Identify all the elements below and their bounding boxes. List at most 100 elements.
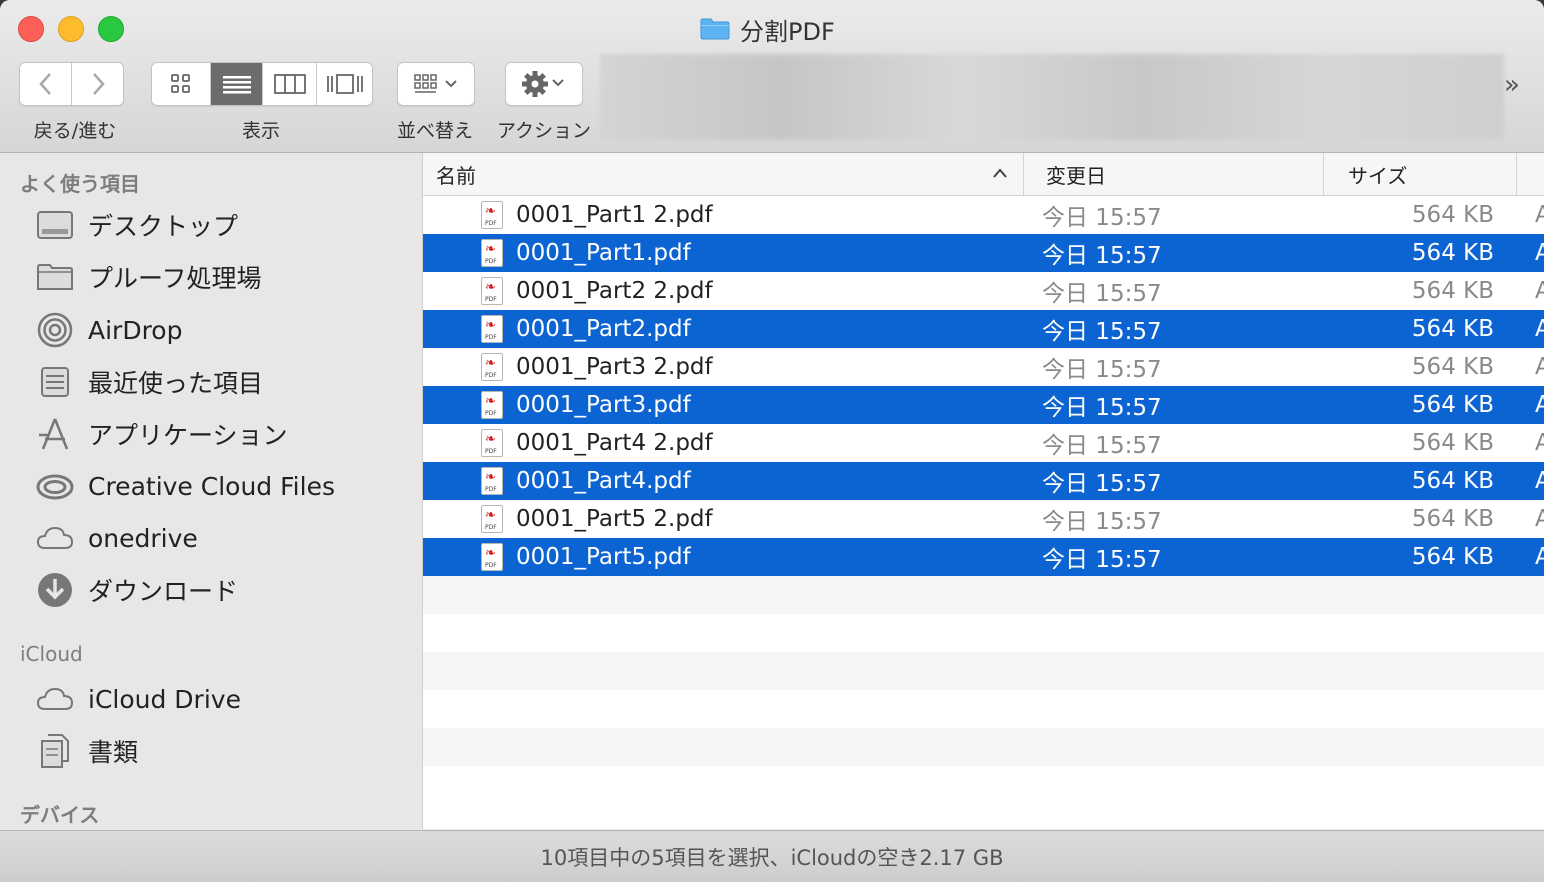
list-view-button[interactable]: [211, 63, 263, 105]
file-size: 564 KB: [1411, 316, 1494, 342]
table-row[interactable]: ❧ PDF 0001_Part5 2.pdf 今日 15:57 564 KB A: [423, 500, 1544, 538]
sidebar-item-airdrop[interactable]: AirDrop: [36, 310, 182, 350]
sidebar-item-onedrive[interactable]: onedrive: [36, 518, 198, 558]
empty-row: [423, 690, 1544, 728]
file-name: 0001_Part3 2.pdf: [516, 354, 713, 380]
icon-view-button[interactable]: [152, 63, 211, 105]
table-row[interactable]: ❧ PDF 0001_Part2 2.pdf 今日 15:57 564 KB A: [423, 272, 1544, 310]
status-text: 10項目中の5項目を選択、iCloudの空き2.17 GB: [540, 846, 1004, 870]
sort-ascending-icon: [993, 168, 1007, 178]
sidebar-item-label: プルーフ処理場: [88, 264, 262, 293]
sidebar-item-icloud-drive[interactable]: iCloud Drive: [36, 679, 241, 719]
finder-window: 分割PDF 戻る/進む 表示 並べ替え アクション » よく使う項目 デスクトッ…: [0, 0, 1544, 882]
table-row[interactable]: ❧ PDF 0001_Part5.pdf 今日 15:57 564 KB A: [423, 538, 1544, 576]
table-row[interactable]: ❧ PDF 0001_Part3.pdf 今日 15:57 564 KB A: [423, 386, 1544, 424]
pdf-file-icon: ❧ PDF: [481, 201, 503, 229]
file-date: 今日 15:57: [1042, 395, 1162, 421]
sidebar-item-recents[interactable]: 最近使った項目: [36, 362, 263, 402]
cover-flow-icon: [326, 74, 363, 94]
zoom-button[interactable]: [98, 16, 124, 42]
icloud-icon: [36, 680, 74, 718]
pdf-file-icon: ❧ PDF: [481, 429, 503, 457]
applications-icon: [36, 415, 74, 453]
arrange-button[interactable]: [398, 63, 474, 105]
column-date[interactable]: 変更日: [1024, 153, 1324, 195]
forward-button[interactable]: [72, 63, 123, 105]
column-name[interactable]: 名前: [423, 153, 1024, 195]
file-kind: A: [1535, 430, 1544, 456]
gallery-view-button[interactable]: [317, 63, 372, 105]
table-row[interactable]: ❧ PDF 0001_Part4.pdf 今日 15:57 564 KB A: [423, 462, 1544, 500]
nav-buttons: [19, 62, 124, 106]
table-row[interactable]: ❧ PDF 0001_Part2.pdf 今日 15:57 564 KB A: [423, 310, 1544, 348]
sidebar-item-proof-folder[interactable]: プルーフ処理場: [36, 257, 262, 297]
airdrop-icon: [36, 311, 74, 349]
file-kind: A: [1535, 354, 1544, 380]
table-row[interactable]: ❧ PDF 0001_Part1 2.pdf 今日 15:57 564 KB A: [423, 196, 1544, 234]
devices-header: デバイス: [20, 803, 100, 827]
sidebar-item-applications[interactable]: アプリケーション: [36, 414, 288, 454]
file-name: 0001_Part2 2.pdf: [516, 278, 713, 304]
download-icon: [36, 571, 74, 609]
table-row[interactable]: ❧ PDF 0001_Part1.pdf 今日 15:57 564 KB A: [423, 234, 1544, 272]
back-button[interactable]: [20, 63, 72, 105]
sidebar-item-desktop[interactable]: デスクトップ: [36, 205, 238, 245]
minimize-button[interactable]: [58, 16, 84, 42]
file-name: 0001_Part5.pdf: [516, 544, 691, 570]
view-label: 表示: [241, 120, 280, 142]
sidebar-item-label: 書類: [88, 738, 139, 767]
file-kind: A: [1535, 202, 1544, 228]
empty-row: [423, 766, 1544, 804]
sidebar-item-documents[interactable]: 書類: [36, 731, 138, 771]
empty-row: [423, 728, 1544, 766]
file-date: 今日 15:57: [1042, 243, 1162, 269]
file-name: 0001_Part2.pdf: [516, 316, 691, 342]
close-button[interactable]: [18, 16, 44, 42]
sidebar-item-creative-cloud[interactable]: Creative Cloud Files: [36, 466, 335, 506]
toolbar-overflow-button[interactable]: »: [1504, 70, 1520, 100]
pdf-file-icon: ❧ PDF: [481, 391, 503, 419]
icon-grid-icon: [171, 74, 190, 93]
table-row[interactable]: ❧ PDF 0001_Part3 2.pdf 今日 15:57 564 KB A: [423, 348, 1544, 386]
sort-label: 並べ替え: [396, 120, 473, 142]
arrange-control: [397, 62, 475, 106]
file-date: 今日 15:57: [1042, 547, 1162, 573]
blurred-toolbar-area: [600, 54, 1504, 140]
table-row[interactable]: ❧ PDF 0001_Part4 2.pdf 今日 15:57 564 KB A: [423, 424, 1544, 462]
list-icon: [222, 76, 251, 94]
file-date: 今日 15:57: [1042, 471, 1162, 497]
file-kind: A: [1535, 392, 1544, 418]
file-size: 564 KB: [1411, 544, 1494, 570]
file-size: 564 KB: [1411, 430, 1494, 456]
action-button[interactable]: [506, 63, 582, 105]
view-mode-control: [151, 62, 373, 106]
pdf-file-icon: ❧ PDF: [481, 543, 503, 571]
sidebar-item-downloads[interactable]: ダウンロード: [36, 570, 238, 610]
file-kind: A: [1535, 278, 1544, 304]
file-name: 0001_Part1.pdf: [516, 240, 691, 266]
file-kind: A: [1535, 544, 1544, 570]
pdf-file-icon: ❧ PDF: [481, 353, 503, 381]
cloud-icon: [36, 519, 74, 557]
column-size[interactable]: サイズ: [1324, 153, 1517, 195]
file-name: 0001_Part3.pdf: [516, 392, 691, 418]
file-name: 0001_Part4.pdf: [516, 468, 691, 494]
file-kind: A: [1535, 240, 1544, 266]
sidebar-item-label: アプリケーション: [88, 421, 288, 450]
file-size: 564 KB: [1411, 278, 1494, 304]
file-kind: A: [1535, 316, 1544, 342]
empty-row: [423, 652, 1544, 690]
sidebar-item-label: デスクトップ: [88, 212, 239, 241]
sidebar-item-label: 最近使った項目: [88, 369, 264, 398]
file-kind: A: [1535, 506, 1544, 532]
pdf-file-icon: ❧ PDF: [481, 315, 503, 343]
sidebar-item-label: AirDrop: [88, 315, 183, 345]
column-view-button[interactable]: [263, 63, 317, 105]
column-name-label: 名前: [436, 163, 476, 188]
recents-icon: [36, 363, 74, 401]
status-bar: 10項目中の5項目を選択、iCloudの空き2.17 GB: [0, 830, 1544, 882]
sidebar-item-label: onedrive: [88, 523, 198, 553]
file-date: 今日 15:57: [1042, 509, 1162, 535]
file-date: 今日 15:57: [1042, 319, 1162, 345]
pdf-file-icon: ❧ PDF: [481, 277, 503, 305]
